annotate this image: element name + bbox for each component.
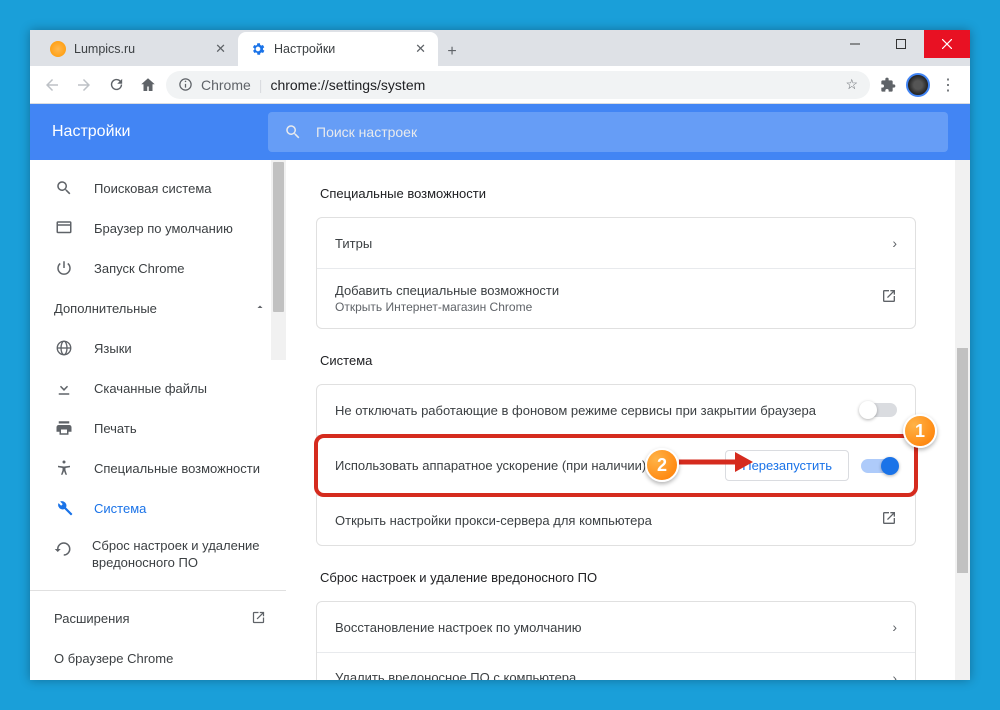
- site-info-icon: [178, 77, 193, 92]
- sidebar-scrollbar[interactable]: [271, 160, 286, 360]
- close-tab-icon[interactable]: ✕: [415, 41, 426, 57]
- annotation-arrow: [679, 450, 753, 479]
- sidebar-label: Запуск Chrome: [94, 261, 185, 276]
- sidebar-item-languages[interactable]: Языки: [30, 328, 286, 368]
- print-icon: [54, 419, 74, 437]
- tab-lumpics[interactable]: Lumpics.ru ✕: [38, 32, 238, 66]
- chevron-right-icon: ›: [892, 235, 897, 251]
- toolbar: Chrome | chrome://settings/system ☆ ⋮: [30, 66, 970, 104]
- tab-settings[interactable]: Настройки ✕: [238, 32, 438, 66]
- sidebar-item-system[interactable]: Система: [30, 488, 286, 528]
- row-restore-defaults[interactable]: Восстановление настроек по умолчанию ›: [317, 602, 915, 652]
- wrench-icon: [54, 499, 74, 517]
- minimize-button[interactable]: [832, 30, 878, 58]
- window-controls: [832, 30, 970, 58]
- settings-search[interactable]: Поиск настроек: [268, 112, 948, 152]
- sidebar-item-printing[interactable]: Печать: [30, 408, 286, 448]
- sidebar-label: Сброс настроек и удаление вредоносного П…: [92, 538, 270, 572]
- sidebar-section-advanced[interactable]: Дополнительные: [30, 288, 286, 328]
- restore-icon: [54, 540, 72, 558]
- addr-scheme: Chrome: [201, 77, 251, 93]
- close-tab-icon[interactable]: ✕: [215, 41, 226, 57]
- section-title-accessibility: Специальные возможности: [320, 186, 958, 201]
- tab-strip: Lumpics.ru ✕ Настройки ✕ +: [30, 30, 970, 66]
- toggle-hardware-accel[interactable]: [861, 459, 897, 473]
- sidebar-label: Скачанные файлы: [94, 381, 207, 396]
- sidebar-label: Поисковая система: [94, 181, 212, 196]
- extensions-icon[interactable]: [874, 71, 902, 99]
- row-hardware-acceleration[interactable]: Использовать аппаратное ускорение (при н…: [317, 435, 915, 495]
- main-scrollbar[interactable]: [955, 160, 970, 680]
- addr-url: chrome://settings/system: [270, 77, 425, 93]
- sidebar-item-accessibility[interactable]: Специальные возможности: [30, 448, 286, 488]
- browser-window: Lumpics.ru ✕ Настройки ✕ + Chrome | chro…: [30, 30, 970, 680]
- maximize-button[interactable]: [878, 30, 924, 58]
- settings-title: Настройки: [30, 123, 268, 141]
- toggle-background[interactable]: [861, 403, 897, 417]
- annotation-callout-1: 1: [903, 414, 937, 448]
- sidebar-label: Браузер по умолчанию: [94, 221, 233, 236]
- sidebar-divider: [30, 590, 286, 591]
- menu-icon[interactable]: ⋮: [934, 71, 962, 99]
- row-proxy[interactable]: Открыть настройки прокси-сервера для ком…: [317, 495, 915, 545]
- tab-title: Lumpics.ru: [74, 42, 207, 56]
- close-button[interactable]: [924, 30, 970, 58]
- sidebar-link-about[interactable]: О браузере Chrome: [30, 639, 286, 679]
- settings-content: Поисковая система Браузер по умолчанию З…: [30, 160, 970, 680]
- settings-favicon-icon: [250, 41, 266, 57]
- tab-title: Настройки: [274, 42, 407, 56]
- chevron-right-icon: ›: [892, 619, 897, 635]
- sidebar-label: Специальные возможности: [94, 461, 260, 476]
- new-tab-button[interactable]: +: [438, 38, 466, 66]
- globe-icon: [54, 339, 74, 357]
- chevron-up-icon: [254, 301, 266, 316]
- sidebar-label: Система: [94, 501, 146, 516]
- sidebar-item-search-engine[interactable]: Поисковая система: [30, 168, 286, 208]
- sidebar-item-reset[interactable]: Сброс настроек и удаление вредоносного П…: [30, 528, 286, 582]
- settings-header: Настройки Поиск настроек: [30, 104, 970, 160]
- home-button[interactable]: [134, 71, 162, 99]
- power-icon: [54, 259, 74, 277]
- row-cleanup[interactable]: Удалить вредоносное ПО с компьютера ›: [317, 652, 915, 680]
- address-bar[interactable]: Chrome | chrome://settings/system ☆: [166, 71, 870, 99]
- external-link-icon: [881, 510, 897, 531]
- chevron-right-icon: ›: [892, 670, 897, 681]
- favicon-icon: [50, 41, 66, 57]
- search-icon: [284, 123, 302, 141]
- download-icon: [54, 379, 74, 397]
- external-link-icon: [881, 288, 897, 309]
- sidebar-label: Печать: [94, 421, 137, 436]
- external-link-icon: [251, 610, 266, 628]
- sidebar-item-startup[interactable]: Запуск Chrome: [30, 248, 286, 288]
- sidebar-item-default-browser[interactable]: Браузер по умолчанию: [30, 208, 286, 248]
- card-accessibility: Титры › Добавить специальные возможности…: [316, 217, 916, 329]
- row-background[interactable]: Не отключать работающие в фоновом режиме…: [317, 385, 915, 435]
- section-title-system: Система: [320, 353, 958, 368]
- main-panel: Специальные возможности Титры › Добавить…: [286, 160, 970, 680]
- reload-button[interactable]: [102, 71, 130, 99]
- search-icon: [54, 179, 74, 197]
- section-title-reset: Сброс настроек и удаление вредоносного П…: [320, 570, 958, 585]
- sidebar: Поисковая система Браузер по умолчанию З…: [30, 160, 286, 680]
- row-captions[interactable]: Титры ›: [317, 218, 915, 268]
- browser-icon: [54, 219, 74, 237]
- star-icon[interactable]: ☆: [845, 76, 858, 93]
- card-system: Не отключать работающие в фоновом режиме…: [316, 384, 916, 546]
- annotation-callout-2: 2: [645, 448, 679, 482]
- row-add-accessibility[interactable]: Добавить специальные возможности Открыть…: [317, 268, 915, 328]
- sidebar-item-downloads[interactable]: Скачанные файлы: [30, 368, 286, 408]
- forward-button[interactable]: [70, 71, 98, 99]
- accessibility-icon: [54, 459, 74, 477]
- back-button[interactable]: [38, 71, 66, 99]
- sidebar-label: Языки: [94, 341, 132, 356]
- profile-avatar[interactable]: [906, 73, 930, 97]
- search-placeholder: Поиск настроек: [316, 124, 417, 140]
- sidebar-link-extensions[interactable]: Расширения: [30, 599, 286, 639]
- card-reset: Восстановление настроек по умолчанию › У…: [316, 601, 916, 680]
